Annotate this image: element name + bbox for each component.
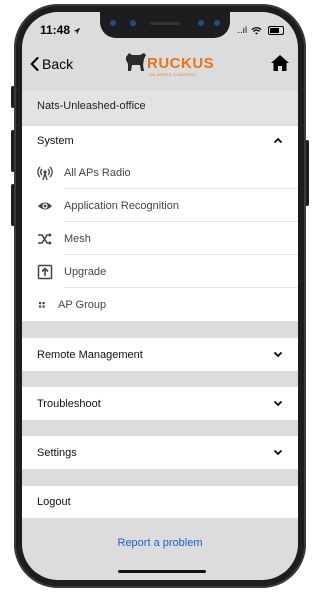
logo-text: RUCKUS [147, 55, 215, 72]
site-name-bar: Nats-Unleashed-office [22, 91, 298, 123]
menu-remote-management[interactable]: Remote Management [22, 338, 298, 371]
antenna-icon [37, 166, 53, 181]
sensor-dot [214, 20, 220, 26]
battery-icon [268, 26, 284, 36]
speaker-grille [150, 22, 180, 25]
location-arrow-icon [74, 27, 81, 35]
grid-icon [39, 302, 45, 308]
back-button[interactable]: Back [30, 56, 73, 72]
menu-settings-label: Settings [37, 447, 77, 459]
camera-dot [130, 20, 136, 26]
status-time: 11:48 [40, 23, 81, 37]
menu-troubleshoot-label: Troubleshoot [37, 398, 101, 410]
menu-system[interactable]: System [22, 126, 298, 156]
home-icon [271, 55, 289, 71]
notch [100, 12, 230, 38]
system-item-application-recognition[interactable]: Application Recognition [22, 189, 298, 222]
menu-troubleshoot[interactable]: Troubleshoot [22, 387, 298, 420]
logout-button[interactable]: Logout [22, 486, 298, 518]
logo-subtitle: AN ARRIS COMPANY [149, 72, 197, 77]
status-icons: ..ıl [237, 25, 284, 36]
system-item-ap-group[interactable]: AP Group [22, 288, 298, 321]
chevron-down-icon [273, 351, 283, 358]
sensor-dot [110, 20, 116, 26]
home-indicator [118, 570, 206, 573]
eye-icon [38, 202, 52, 210]
mesh-icon [38, 233, 52, 245]
system-item-label: AP Group [58, 299, 107, 311]
chevron-down-icon [273, 400, 283, 407]
upgrade-icon [37, 264, 53, 280]
chevron-up-icon [273, 137, 283, 144]
menu-settings[interactable]: Settings [22, 436, 298, 469]
sensor-dot [198, 20, 204, 26]
system-item-label: Application Recognition [64, 200, 179, 212]
chevron-left-icon [30, 57, 39, 71]
status-bar: 11:48 ..ıl [22, 12, 298, 44]
menu-remote-management-label: Remote Management [37, 349, 143, 361]
chevron-down-icon [273, 449, 283, 456]
ruckus-logo: RUCKUS AN ARRIS COMPANY [123, 50, 215, 77]
home-button[interactable] [270, 54, 290, 77]
system-item-mesh[interactable]: Mesh [22, 222, 298, 255]
logout-label: Logout [37, 496, 71, 508]
dog-logo-icon [126, 53, 146, 71]
system-item-upgrade[interactable]: Upgrade [22, 255, 298, 288]
system-item-label: Upgrade [64, 266, 107, 278]
nav-bar: Back RUCKUS AN ARRIS COMPANY [22, 44, 298, 86]
system-item-label: All APs Radio [64, 167, 131, 179]
menu-system-label: System [37, 135, 74, 147]
report-problem-link[interactable]: Report a problem [22, 537, 298, 549]
wifi-icon [251, 26, 263, 35]
system-item-label: Mesh [64, 233, 91, 245]
status-time-text: 11:48 [40, 23, 71, 37]
system-item-all-aps-radio[interactable]: All APs Radio [22, 156, 298, 189]
site-name: Nats-Unleashed-office [37, 100, 146, 112]
signal-icon: ..ıl [237, 25, 247, 35]
app-screen: 11:48 ..ıl Back RUCKUS AN ARRIS COMPANY [22, 12, 298, 580]
back-label: Back [42, 56, 74, 72]
